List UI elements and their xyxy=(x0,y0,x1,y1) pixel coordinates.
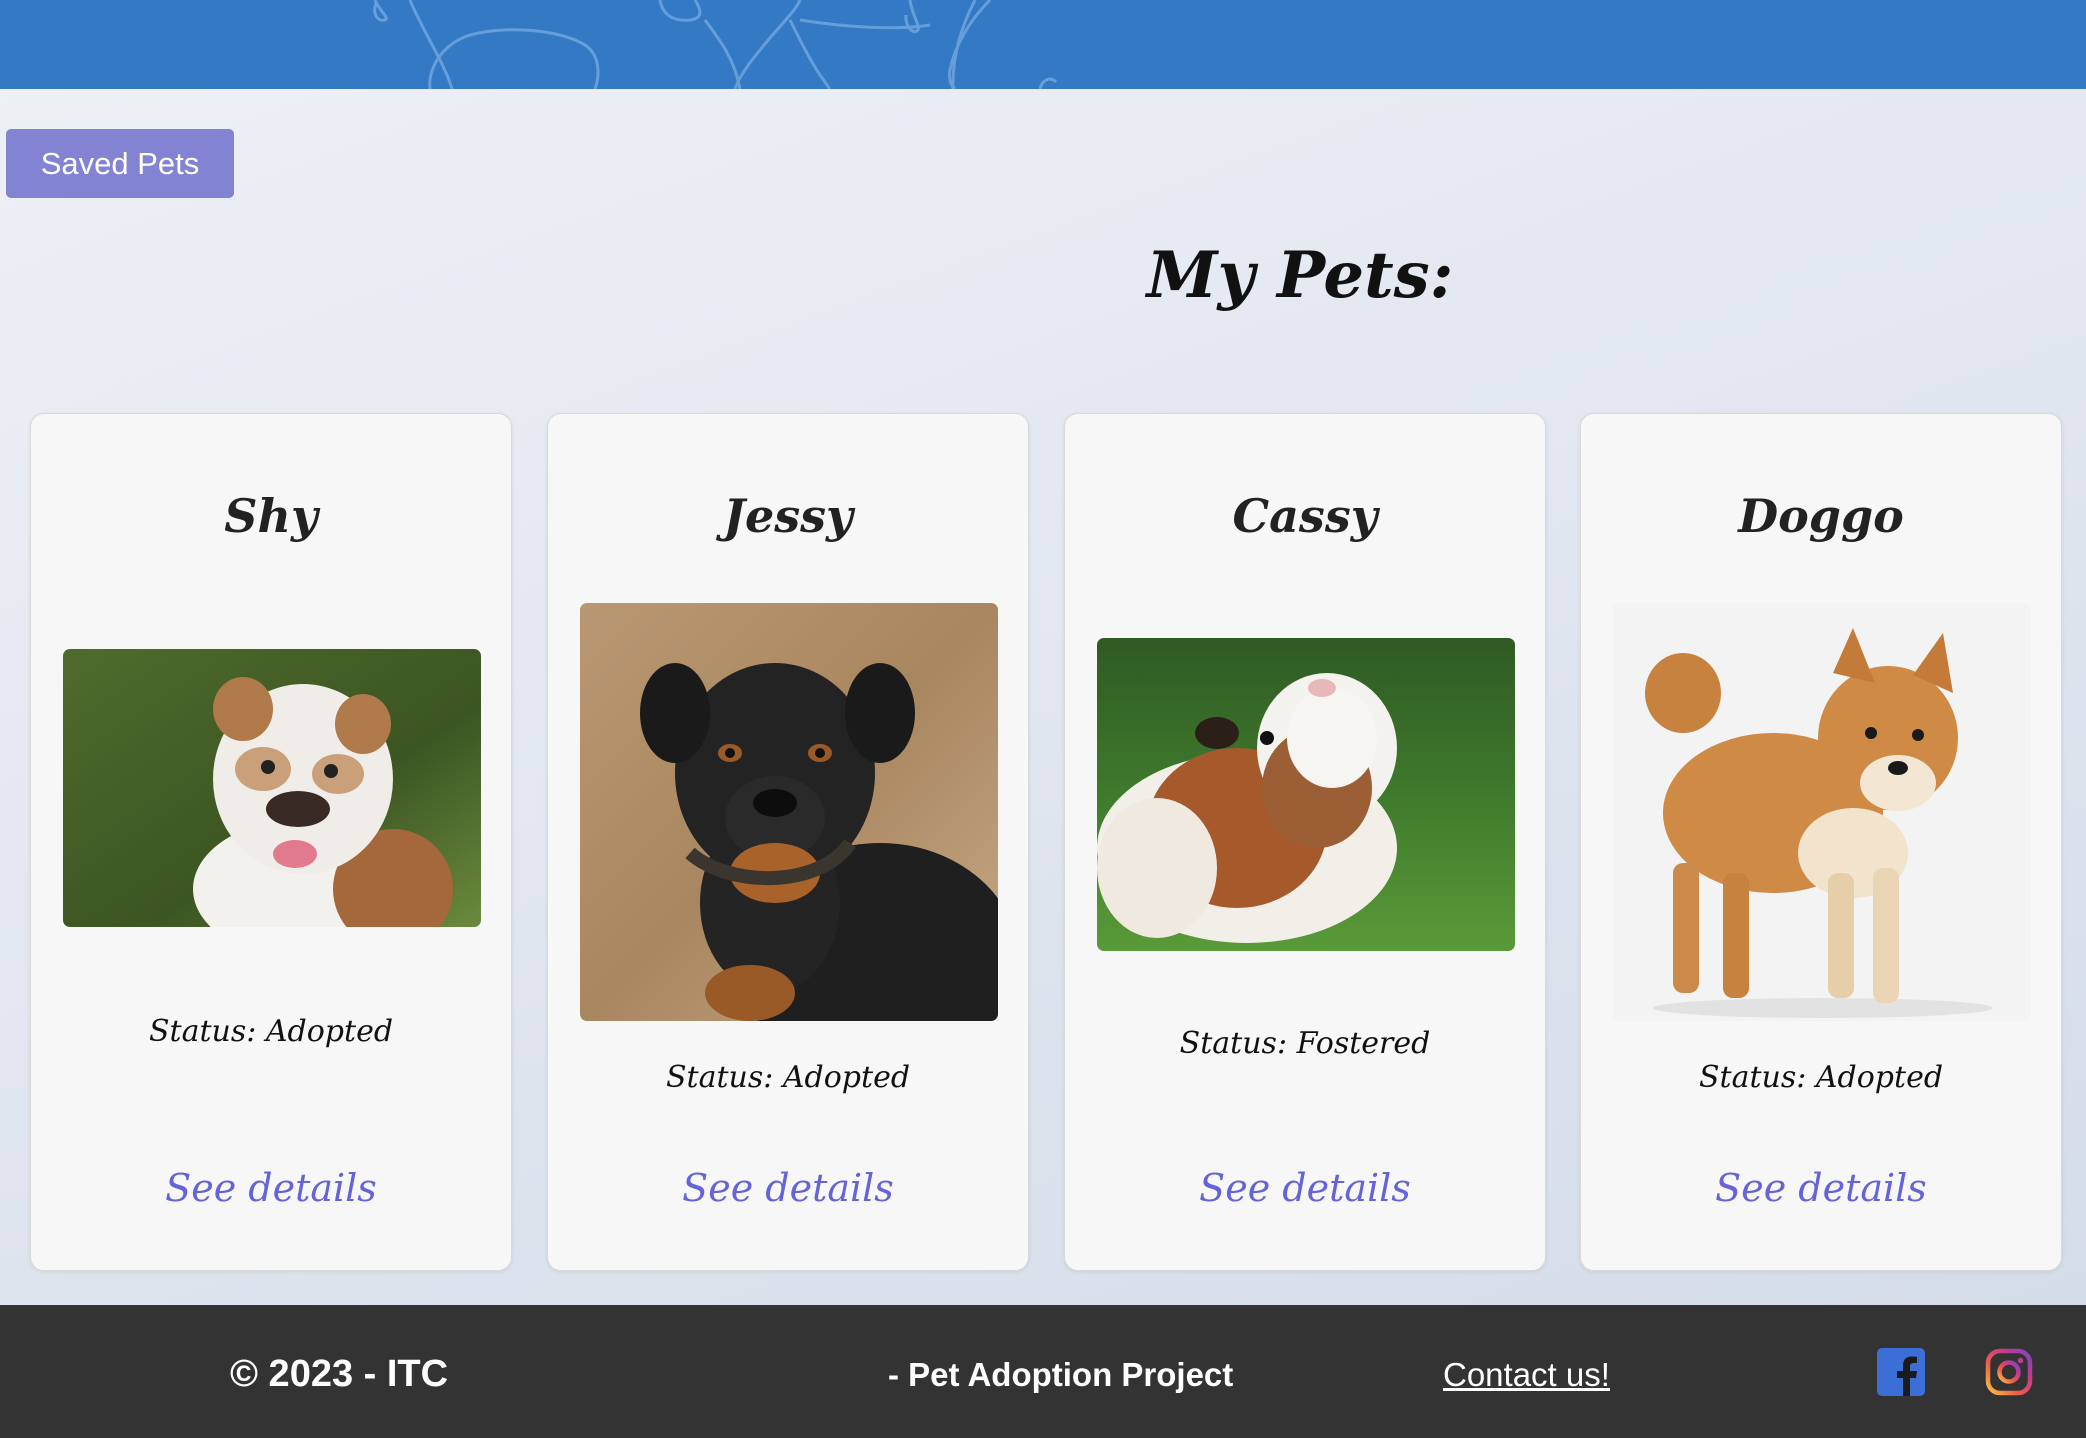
pet-name: Doggo xyxy=(1738,489,1904,543)
pet-status: Status: Adopted xyxy=(1698,1060,1944,1095)
pet-photo xyxy=(580,603,998,1021)
footer-copyright: © 2023 - ITC xyxy=(230,1353,449,1395)
pet-card: Jessy Status: Adopted See details xyxy=(547,413,1029,1271)
pet-status: Status: Fostered xyxy=(1179,1026,1431,1061)
pet-name: Shy xyxy=(224,489,318,543)
pet-photo xyxy=(1097,638,1515,951)
pet-photo xyxy=(1613,603,2031,1021)
guinea-pig-photo xyxy=(1097,638,1515,951)
pet-card: Doggo Status: Adopted See details xyxy=(1580,413,2062,1271)
header-banner xyxy=(0,0,2086,89)
see-details-link[interactable]: See details xyxy=(31,1166,511,1210)
contact-us-link[interactable]: Contact us! xyxy=(1443,1356,1610,1394)
instagram-icon[interactable] xyxy=(1985,1348,2033,1396)
pet-name: Cassy xyxy=(1232,489,1378,543)
shiba-inu-photo xyxy=(1613,603,2031,1021)
english-bulldog-photo xyxy=(63,649,481,927)
pet-name: Jessy xyxy=(723,489,853,543)
footer-project-name: - Pet Adoption Project xyxy=(888,1356,1234,1393)
pet-card: Cassy Status: Fostered See details xyxy=(1064,413,1546,1271)
pet-status: Status: Adopted xyxy=(665,1060,911,1095)
see-details-link[interactable]: See details xyxy=(548,1166,1028,1210)
page-title: My Pets: xyxy=(1146,238,1454,313)
pet-photo xyxy=(63,649,481,927)
see-details-link[interactable]: See details xyxy=(1065,1166,1545,1210)
footer: © 2023 - ITC - Pet Adoption Project Cont… xyxy=(0,1305,2086,1438)
rottweiler-photo xyxy=(580,603,998,1021)
pet-card: Shy Status: Adopted See details xyxy=(30,413,512,1271)
see-details-link[interactable]: See details xyxy=(1581,1166,2061,1210)
pet-status: Status: Adopted xyxy=(148,1014,394,1049)
dog-line-art-decoration xyxy=(373,0,1058,89)
saved-pets-button[interactable]: Saved Pets xyxy=(6,129,234,198)
facebook-icon[interactable] xyxy=(1877,1348,1925,1396)
